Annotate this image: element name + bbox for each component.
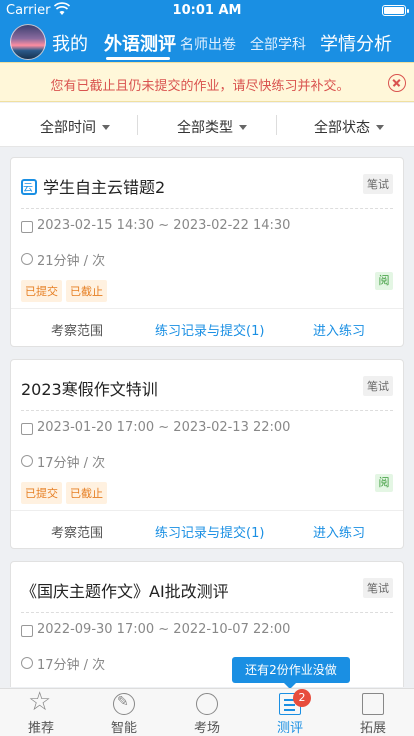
records-button[interactable]: 练习记录与提交(1)	[155, 320, 264, 339]
tab-recommend[interactable]: 推荐	[0, 687, 82, 736]
type-badge: 笔试	[363, 174, 393, 194]
cloud-icon	[21, 179, 37, 195]
duration: 17分钟 / 次	[37, 456, 106, 471]
status-badge: 已截止	[66, 280, 107, 302]
enter-practice-button[interactable]: 进入练习	[313, 522, 365, 541]
filter-status[interactable]: 全部状态	[314, 117, 384, 137]
nav-foreign-language-assessment[interactable]: 外语测评	[104, 30, 176, 56]
tab-label: 考场	[193, 721, 220, 736]
filter-type[interactable]: 全部类型	[177, 117, 247, 137]
bottom-tab-bar: 推荐 智能 考场 2 测评 拓展	[0, 687, 414, 736]
app-header: Carrier 10:01 AM 我的 外语测评 名师出卷 全部学科 学情分析	[0, 0, 414, 62]
calendar-icon	[21, 221, 33, 233]
assignment-card[interactable]: 学生自主云错题2 笔试 2023-02-15 14:30 ~ 2023-02-2…	[10, 157, 404, 347]
tab-expand[interactable]: 拓展	[332, 689, 414, 736]
card-actions: 考察范围 练习记录与提交(1) 进入练习	[11, 510, 403, 548]
scope-button[interactable]: 考察范围	[51, 522, 103, 541]
pending-homework-tip[interactable]: 还有2份作业没做	[232, 657, 350, 689]
status-badge: 已提交	[21, 280, 62, 302]
card-actions: 考察范围 练习记录与提交(1) 进入练习	[11, 308, 403, 346]
star-icon	[28, 687, 52, 717]
date-range: 2022-09-30 17:00 ~ 2022-10-07 22:00	[37, 622, 291, 637]
date-range: 2023-02-15 14:30 ~ 2023-02-22 14:30	[37, 218, 291, 233]
card-title-text: 学生自主云错题2	[43, 178, 166, 197]
caret-down-icon	[102, 124, 110, 130]
clock-icon	[21, 253, 33, 265]
nav-learning-analysis[interactable]: 学情分析	[320, 30, 392, 56]
reviewed-badge: 阅	[375, 272, 393, 290]
assignment-card[interactable]: 2023寒假作文特训 笔试 2023-01-20 17:00 ~ 2023-02…	[10, 359, 404, 549]
caret-down-icon	[376, 124, 384, 130]
filter-bar: 全部时间 全部类型 全部状态	[0, 103, 414, 147]
scope-button[interactable]: 考察范围	[51, 320, 103, 339]
card-title: 学生自主云错题2	[21, 174, 165, 198]
assignment-list: 学生自主云错题2 笔试 2023-02-15 14:30 ~ 2023-02-2…	[0, 147, 414, 687]
tab-assessment[interactable]: 2 测评	[249, 689, 331, 736]
status-time: 10:01 AM	[172, 3, 242, 18]
status-tags: 已提交 已截止	[21, 280, 111, 302]
nav-me[interactable]: 我的	[52, 30, 88, 56]
calendar-icon	[21, 625, 33, 637]
card-title-text: 2023寒假作文特训	[21, 380, 158, 399]
divider	[21, 208, 393, 209]
filter-status-label: 全部状态	[314, 120, 370, 136]
battery-icon	[382, 5, 409, 16]
top-nav: 我的 外语测评 名师出卷 全部学科 学情分析	[0, 24, 414, 62]
date-range: 2023-01-20 17:00 ~ 2023-02-13 22:00	[37, 420, 291, 435]
close-icon[interactable]	[388, 74, 406, 92]
card-title: 2023寒假作文特训	[21, 376, 158, 400]
tab-label: 拓展	[359, 721, 386, 736]
type-badge: 笔试	[363, 376, 393, 396]
reviewed-badge: 阅	[375, 474, 393, 492]
tab-exam-room[interactable]: 考场	[166, 689, 248, 736]
caret-down-icon	[239, 124, 247, 130]
duration: 21分钟 / 次	[37, 254, 106, 269]
status-badge: 已截止	[66, 482, 107, 504]
tab-label: 推荐	[27, 721, 54, 736]
filter-time[interactable]: 全部时间	[40, 117, 110, 137]
nav-all-subjects[interactable]: 全部学科	[250, 34, 306, 54]
active-tab-indicator	[106, 57, 170, 60]
person-icon	[362, 693, 384, 715]
avatar[interactable]	[10, 24, 46, 60]
notice-text: 您有已截止且仍未提交的作业，请尽快练习并补交。	[50, 79, 350, 94]
records-button[interactable]: 练习记录与提交(1)	[155, 522, 264, 541]
filter-type-label: 全部类型	[177, 120, 233, 136]
card-title: 《国庆主题作文》AI批改测评	[21, 578, 229, 602]
divider	[21, 612, 393, 613]
enter-practice-button[interactable]: 进入练习	[313, 320, 365, 339]
duration: 17分钟 / 次	[37, 658, 106, 673]
divider	[276, 115, 277, 135]
pen-icon	[113, 693, 135, 715]
notification-count-badge: 2	[293, 689, 311, 707]
overdue-notice: 您有已截止且仍未提交的作业，请尽快练习并补交。	[0, 62, 414, 102]
card-title-text: 《国庆主题作文》AI批改测评	[21, 582, 229, 601]
clock-icon	[21, 657, 33, 669]
status-tags: 已提交 已截止	[21, 482, 111, 504]
divider	[137, 115, 138, 135]
status-badge: 已提交	[21, 482, 62, 504]
filter-time-label: 全部时间	[40, 120, 96, 136]
type-badge: 笔试	[363, 578, 393, 598]
tab-smart[interactable]: 智能	[83, 689, 165, 736]
nav-teacher-papers[interactable]: 名师出卷	[180, 34, 236, 54]
tab-label: 智能	[110, 721, 137, 736]
calendar-icon	[21, 423, 33, 435]
tab-label: 测评	[276, 721, 303, 736]
status-bar: Carrier 10:01 AM	[0, 0, 414, 20]
divider	[21, 410, 393, 411]
stopwatch-icon	[196, 693, 218, 715]
clock-icon	[21, 455, 33, 467]
